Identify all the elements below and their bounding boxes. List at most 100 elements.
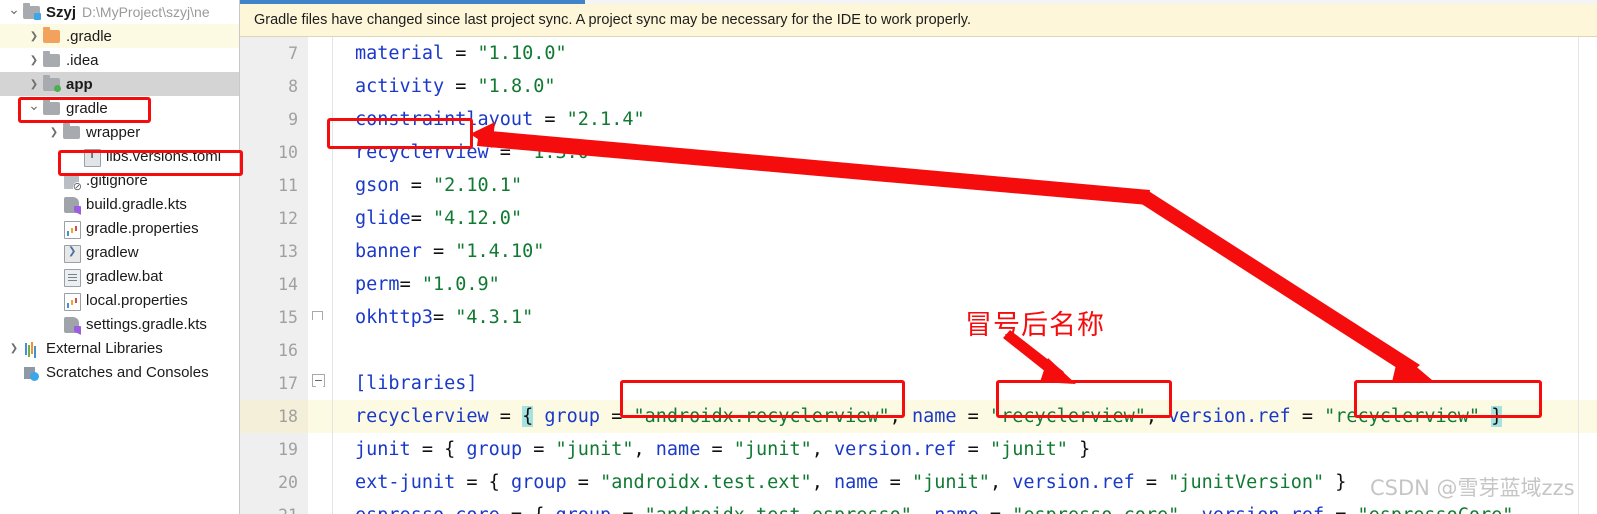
- shell-script-icon: [62, 243, 82, 263]
- fold-gutter[interactable]: [308, 37, 333, 70]
- code-line[interactable]: 17 [libraries]: [240, 367, 1597, 400]
- editor-vertical-scrollbar[interactable]: [1578, 37, 1579, 514]
- no-chevron: [46, 240, 62, 264]
- editor-panel: Gradle files have changed since last pro…: [240, 0, 1597, 514]
- code-line[interactable]: 20 ext-junit = { group = "androidx.test.e…: [240, 466, 1597, 499]
- toml-file-icon: [82, 147, 102, 167]
- tree-item-gradle-properties[interactable]: gradle.properties: [0, 216, 239, 240]
- code-text: recyclerview = "1.3.0": [355, 142, 601, 163]
- tree-item-label: gradlew: [86, 243, 139, 261]
- chevron-down-icon[interactable]: ⌄: [26, 94, 42, 118]
- tree-item-szyj[interactable]: ⌄ Szyj D:\MyProject\szyj\ne: [0, 0, 239, 24]
- folder-icon: [42, 99, 62, 117]
- fold-gutter[interactable]: [308, 202, 333, 235]
- code-text: [libraries]: [355, 373, 478, 394]
- code-line[interactable]: 13 banner = "1.4.10": [240, 235, 1597, 268]
- scratches-icon: [22, 363, 42, 381]
- no-chevron: [66, 144, 82, 168]
- gradle-sync-notification-bar[interactable]: Gradle files have changed since last pro…: [240, 4, 1597, 37]
- tree-item-idea[interactable]: ❯ .idea: [0, 48, 239, 72]
- tree-item-app[interactable]: ❯ app: [0, 72, 239, 96]
- tree-item-label: Szyj: [46, 3, 77, 21]
- tree-item-gradle[interactable]: ❯ .gradle: [0, 24, 239, 48]
- code-line[interactable]: 7 material = "1.10.0": [240, 37, 1597, 70]
- chevron-right-icon[interactable]: ❯: [26, 48, 42, 72]
- fold-collapse-icon[interactable]: [312, 374, 325, 387]
- code-line[interactable]: 15 okhttp3= "4.3.1": [240, 301, 1597, 334]
- tree-item-gradlew-bat[interactable]: gradlew.bat: [0, 264, 239, 288]
- fold-gutter[interactable]: [308, 103, 333, 136]
- fold-gutter[interactable]: [308, 367, 333, 400]
- code-content[interactable]: 7 material = "1.10.0" 8 activity = "1.8.0" 9…: [240, 37, 1597, 514]
- code-text: gson = "2.10.1": [355, 175, 523, 196]
- fold-gutter[interactable]: [308, 400, 333, 433]
- code-line[interactable]: 10 recyclerview = "1.3.0": [240, 136, 1597, 169]
- tree-item-build-gradle-kts[interactable]: build.gradle.kts: [0, 192, 239, 216]
- code-text: banner = "1.4.10": [355, 241, 545, 262]
- line-number: 11: [240, 169, 308, 202]
- folder-module-icon: [22, 3, 42, 21]
- fold-gutter[interactable]: [308, 268, 333, 301]
- chevron-right-icon[interactable]: ❯: [26, 24, 42, 48]
- code-line[interactable]: 16: [240, 334, 1597, 367]
- code-text: recyclerview = { group = "androidx.recyc…: [355, 406, 1503, 427]
- code-line[interactable]: 9 constraintlayout = "2.1.4": [240, 103, 1597, 136]
- chevron-right-icon[interactable]: ❯: [6, 336, 22, 360]
- no-chevron: [46, 168, 62, 192]
- chevron-right-icon[interactable]: ❯: [46, 120, 62, 144]
- project-tree-panel[interactable]: ⌄ Szyj D:\MyProject\szyj\ne ❯ .gradle ❯ .idea ❯…: [0, 0, 240, 514]
- tree-item-settings-gradle-kts[interactable]: settings.gradle.kts: [0, 312, 239, 336]
- code-text: junit = { group = "junit", name = "junit…: [355, 439, 1091, 460]
- tree-item-scratches-and-consoles[interactable]: Scratches and Consoles: [0, 360, 239, 384]
- code-line[interactable]: 8 activity = "1.8.0": [240, 70, 1597, 103]
- line-number: 21: [240, 499, 308, 514]
- fold-gutter[interactable]: [308, 169, 333, 202]
- code-text: okhttp3= "4.3.1": [355, 307, 534, 328]
- fold-gutter[interactable]: [308, 235, 333, 268]
- line-number: 7: [240, 37, 308, 70]
- tree-item-gradlew[interactable]: gradlew: [0, 240, 239, 264]
- fold-gutter[interactable]: [308, 136, 333, 169]
- no-chevron: [6, 360, 22, 384]
- properties-icon: [62, 291, 82, 311]
- code-line[interactable]: 18 recyclerview = { group = "androidx.rec…: [240, 400, 1597, 433]
- code-line[interactable]: 14 perm= "1.0.9": [240, 268, 1597, 301]
- fold-gutter[interactable]: [308, 334, 333, 367]
- fold-gutter[interactable]: [308, 466, 333, 499]
- line-number: 14: [240, 268, 308, 301]
- tree-item-local-properties[interactable]: local.properties: [0, 288, 239, 312]
- line-number: 18: [240, 400, 308, 433]
- code-line[interactable]: 21 espresso-core = { group = "androidx.te…: [240, 499, 1597, 514]
- code-line[interactable]: 11 gson = "2.10.1": [240, 169, 1597, 202]
- fold-gutter[interactable]: [308, 499, 333, 514]
- code-text: perm= "1.0.9": [355, 274, 500, 295]
- no-chevron: [46, 288, 62, 312]
- fold-gutter[interactable]: [308, 70, 333, 103]
- fold-gutter[interactable]: [308, 301, 333, 334]
- tree-item-libs-versions-toml[interactable]: libs.versions.toml: [0, 144, 239, 168]
- line-number: 20: [240, 466, 308, 499]
- chevron-right-icon[interactable]: ❯: [26, 72, 42, 96]
- tree-item-wrapper[interactable]: ❯ wrapper: [0, 120, 239, 144]
- folder-icon: [62, 123, 82, 141]
- tree-item-label: gradle.properties: [86, 219, 199, 237]
- code-text: constraintlayout = "2.1.4": [355, 109, 645, 130]
- project-path-label: D:\MyProject\szyj\ne: [82, 4, 210, 20]
- tree-item-gitignore[interactable]: .gitignore: [0, 168, 239, 193]
- tree-item-label: Scratches and Consoles: [46, 363, 209, 381]
- code-text: ext-junit = { group = "androidx.test.ext…: [355, 472, 1347, 493]
- fold-gutter[interactable]: [308, 433, 333, 466]
- tree-item-label: .gitignore: [86, 171, 148, 189]
- gradle-kts-icon: [62, 315, 82, 333]
- code-line[interactable]: 19 junit = { group = "junit", name = "jun…: [240, 433, 1597, 466]
- tree-item-gradle[interactable]: ⌄ gradle: [0, 96, 239, 120]
- chevron-down-icon[interactable]: ⌄: [6, 0, 22, 22]
- tree-item-external-libraries[interactable]: ❯ External Libraries: [0, 336, 239, 360]
- tree-item-label: libs.versions.toml: [106, 147, 222, 165]
- code-line[interactable]: 12 glide= "4.12.0": [240, 202, 1597, 235]
